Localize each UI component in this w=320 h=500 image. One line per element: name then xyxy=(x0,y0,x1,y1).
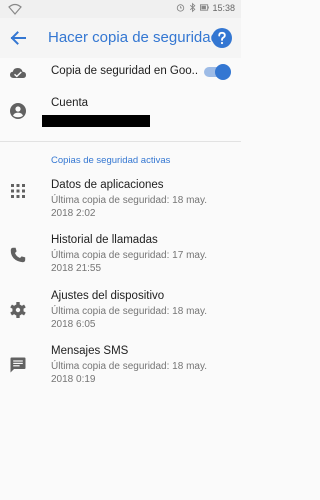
list-item-sms[interactable]: Mensajes SMS Última copia de seguridad: … xyxy=(0,339,241,389)
wifi-icon xyxy=(8,3,22,15)
battery-icon xyxy=(200,4,210,11)
status-time: 15:38 xyxy=(212,2,235,13)
account-label: Cuenta xyxy=(51,97,89,109)
bluetooth-icon xyxy=(190,2,196,13)
app-bar: Hacer copia de seguridad xyxy=(0,18,241,58)
cloud-check-icon xyxy=(10,68,26,78)
list-item-call-history[interactable]: Historial de llamadas Última copia de se… xyxy=(0,228,241,278)
item-title: Datos de aplicaciones xyxy=(51,179,164,191)
apps-grid-icon xyxy=(11,184,25,198)
list-item-device-settings[interactable]: Ajustes del dispositivo Última copia de … xyxy=(0,284,241,334)
item-title: Historial de llamadas xyxy=(51,234,158,246)
toggle-thumb xyxy=(215,64,231,80)
divider xyxy=(0,141,241,142)
alarm-icon xyxy=(177,4,185,12)
help-icon[interactable] xyxy=(211,27,233,49)
gear-icon xyxy=(10,302,26,318)
phone-icon xyxy=(10,247,26,263)
message-icon xyxy=(10,357,26,373)
item-title: Ajustes del dispositivo xyxy=(51,290,165,302)
item-title: Mensajes SMS xyxy=(51,345,129,357)
account-email-redacted xyxy=(42,115,150,127)
status-bar: 15:38 xyxy=(0,0,241,18)
item-subtitle: Última copia de seguridad: 18 may. 2018 … xyxy=(51,195,208,219)
backup-toggle-label: Copia de seguridad en Goo.. xyxy=(51,65,199,77)
page-title: Hacer copia de seguridad xyxy=(48,29,219,46)
arrow-back-icon[interactable] xyxy=(6,26,30,50)
list-item-app-data[interactable]: Datos de aplicaciones Última copia de se… xyxy=(0,173,241,223)
account-row[interactable]: Cuenta xyxy=(0,92,241,134)
backup-toggle-switch[interactable] xyxy=(204,64,231,80)
item-subtitle: Última copia de seguridad: 18 may. 2018 … xyxy=(51,306,208,330)
section-header: Copias de seguridad activas xyxy=(51,155,171,166)
backup-toggle-row[interactable]: Copia de seguridad en Goo.. xyxy=(0,60,241,86)
item-subtitle: Última copia de seguridad: 18 may. 2018 … xyxy=(51,361,208,385)
account-icon xyxy=(10,103,26,119)
item-subtitle: Última copia de seguridad: 17 may. 2018 … xyxy=(51,250,208,274)
